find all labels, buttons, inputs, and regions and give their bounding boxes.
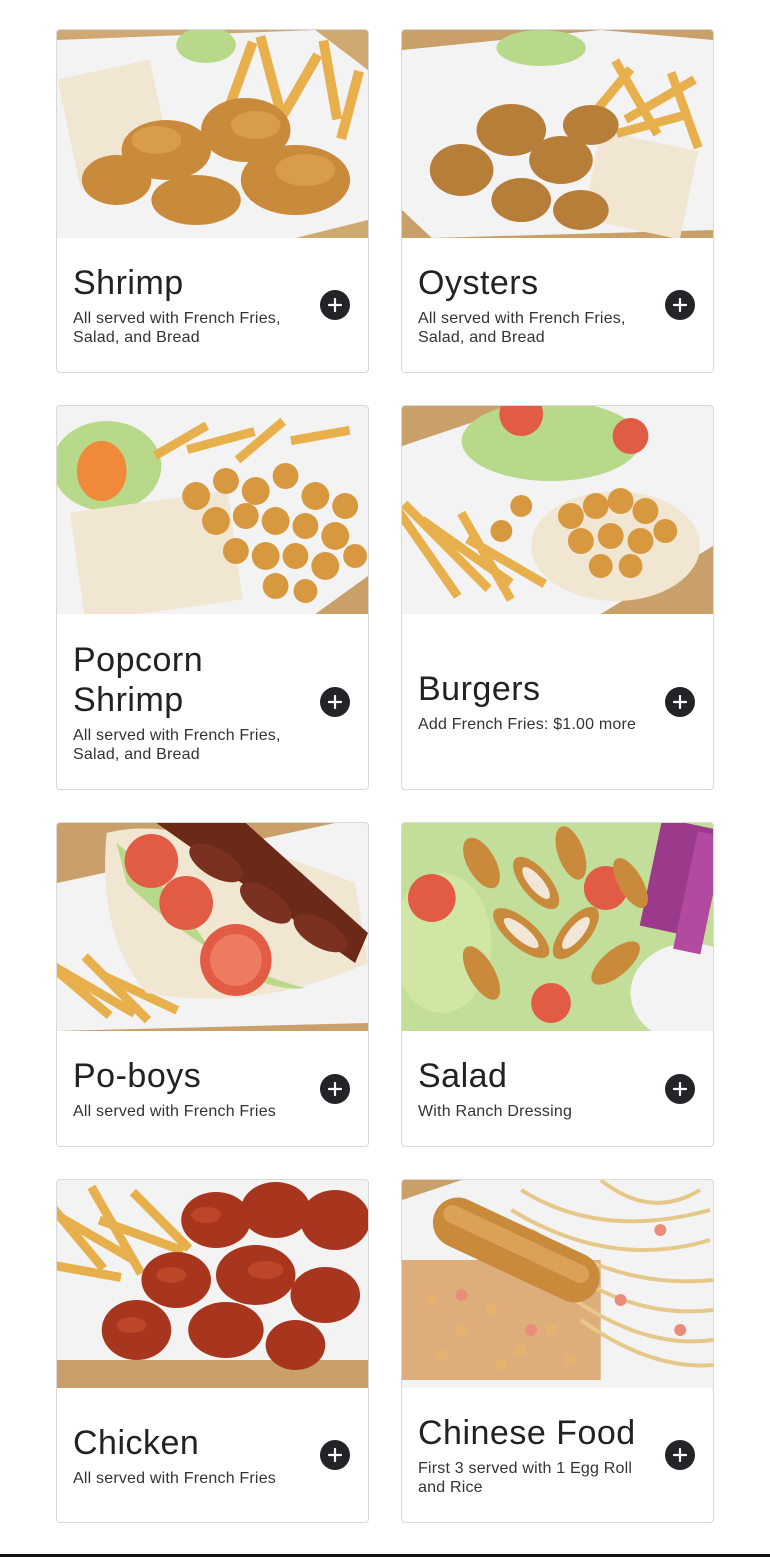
- menu-card-popcorn-shrimp[interactable]: Popcorn Shrimp All served with French Fr…: [56, 405, 369, 790]
- menu-item-name: Shrimp: [73, 264, 184, 302]
- menu-card-info: Popcorn Shrimp All served with French Fr…: [57, 614, 368, 789]
- menu-card-info: Po-boys All served with French Fries: [57, 1031, 368, 1146]
- sausage-po-boy-image: [57, 823, 368, 1031]
- plus-icon: [328, 1448, 342, 1462]
- plus-icon: [673, 1448, 687, 1462]
- plus-icon: [673, 1081, 687, 1096]
- menu-card-po-boys[interactable]: Po-boys All served with French Fries: [56, 822, 369, 1147]
- menu-card-burgers[interactable]: Burgers Add French Fries: $1.00 more: [401, 405, 714, 790]
- menu-item-description: With Ranch Dressing: [418, 1103, 573, 1120]
- menu-item-name: Salad: [418, 1057, 508, 1095]
- plus-icon: [328, 694, 342, 709]
- menu-item-name: Chinese Food: [418, 1414, 636, 1452]
- menu-item-description: All served with French Fries: [73, 1469, 276, 1487]
- chicken-salad-image: [402, 823, 713, 1031]
- add-to-cart-button[interactable]: [665, 1440, 695, 1470]
- menu-item-name: Oysters: [418, 264, 539, 302]
- popcorn-shrimp-platter-image: [57, 406, 368, 614]
- menu-item-description: All served with French Fries, Salad, and…: [73, 310, 281, 346]
- add-to-cart-button[interactable]: [665, 290, 695, 320]
- lo-mein-egg-roll-image: [402, 1180, 713, 1388]
- chicken-wings-image: [57, 1180, 368, 1388]
- fried-oysters-platter-image: [402, 30, 713, 238]
- menu-card-shrimp[interactable]: Shrimp All served with French Fries, Sal…: [56, 29, 369, 373]
- add-to-cart-button[interactable]: [320, 686, 350, 717]
- menu-item-description: First 3 served with 1 Egg Roll and Rice: [418, 1460, 633, 1496]
- menu-item-name: Burgers: [418, 670, 541, 708]
- add-to-cart-button[interactable]: [665, 686, 695, 717]
- menu-card-salad[interactable]: Salad With Ranch Dressing: [401, 822, 714, 1147]
- menu-card-info: Shrimp All served with French Fries, Sal…: [57, 238, 368, 372]
- fried-shrimp-platter-image: [57, 30, 368, 238]
- plus-icon: [328, 298, 342, 312]
- menu-card-info: Burgers Add French Fries: $1.00 more: [402, 614, 713, 789]
- menu-item-name: Po-boys: [73, 1057, 202, 1095]
- menu-item-description: All served with French Fries: [73, 1103, 276, 1120]
- menu-card-info: Oysters All served with French Fries, Sa…: [402, 238, 713, 372]
- menu-grid: Shrimp All served with French Fries, Sal…: [56, 29, 714, 1523]
- plus-icon: [673, 298, 687, 312]
- add-to-cart-button[interactable]: [320, 1440, 350, 1470]
- plus-icon: [673, 694, 687, 709]
- menu-card-chinese-food[interactable]: Chinese Food First 3 served with 1 Egg R…: [401, 1179, 714, 1523]
- add-to-cart-button[interactable]: [320, 1073, 350, 1104]
- menu-item-name: Chicken: [73, 1423, 200, 1462]
- menu-card-info: Salad With Ranch Dressing: [402, 1031, 713, 1146]
- shrimp-burger-image: [402, 406, 713, 614]
- add-to-cart-button[interactable]: [320, 290, 350, 320]
- menu-card-chicken[interactable]: Chicken All served with French Fries: [56, 1179, 369, 1523]
- menu-item-description: All served with French Fries, Salad, and…: [418, 310, 626, 346]
- menu-item-description: Add French Fries: $1.00 more: [418, 716, 637, 733]
- menu-card-info: Chicken All served with French Fries: [57, 1388, 368, 1522]
- plus-icon: [328, 1081, 342, 1096]
- menu-item-description: All served with French Fries, Salad, and…: [73, 726, 281, 763]
- menu-card-oysters[interactable]: Oysters All served with French Fries, Sa…: [401, 29, 714, 373]
- add-to-cart-button[interactable]: [665, 1073, 695, 1104]
- menu-item-name: Popcorn Shrimp: [73, 640, 204, 719]
- menu-card-info: Chinese Food First 3 served with 1 Egg R…: [402, 1388, 713, 1522]
